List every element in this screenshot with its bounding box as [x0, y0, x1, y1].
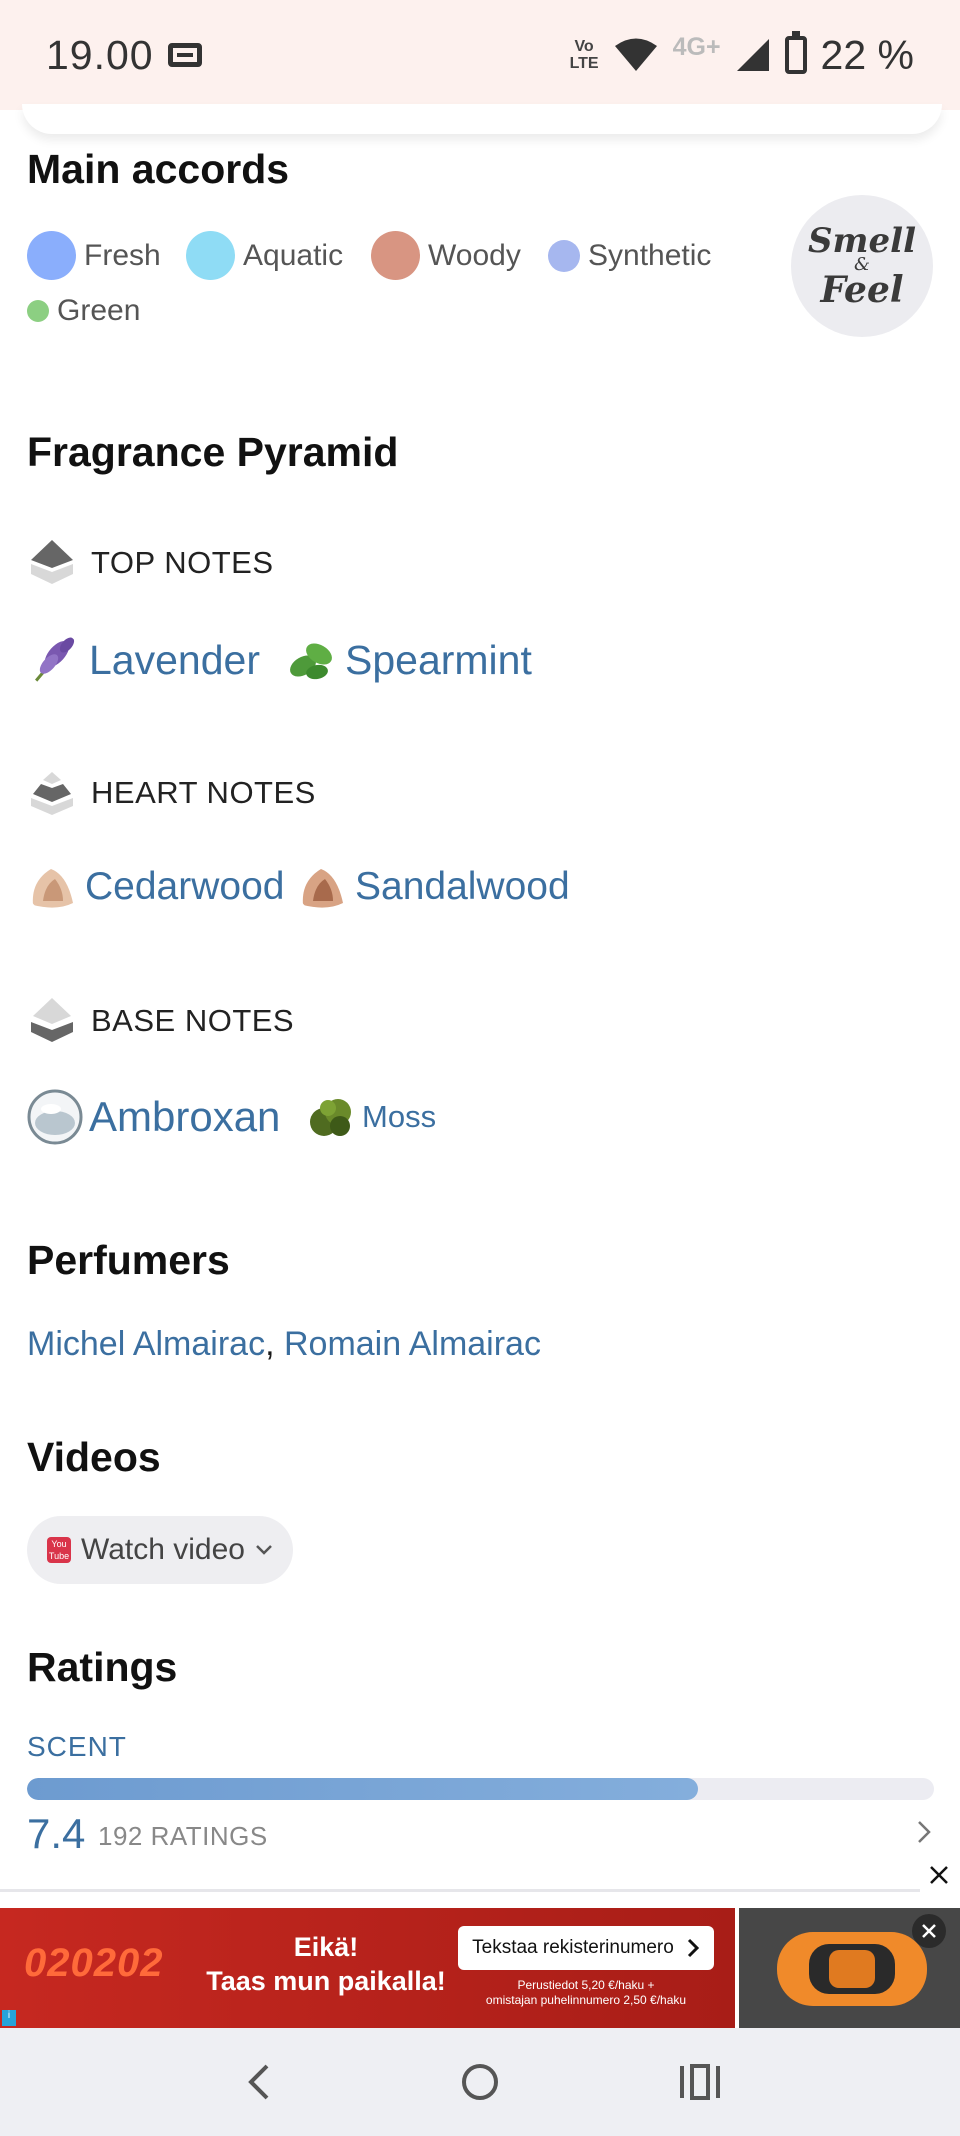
pyramid-base-icon	[31, 998, 73, 1042]
nav-home-button[interactable]	[450, 2052, 510, 2112]
pyramid-heart-icon	[31, 772, 73, 815]
recents-icon	[680, 2064, 720, 2100]
main-accords-title: Main accords	[27, 146, 290, 192]
ad-banner[interactable]: 020202 Eikä! Taas mun paikalla! Tekstaa …	[0, 1908, 960, 2028]
top-notes-heading: TOP NOTES	[27, 538, 274, 588]
chevron-down-icon	[256, 1545, 272, 1555]
perfumer-link-romain[interactable]: Romain Almairac	[284, 1325, 541, 1363]
ad-cta-button[interactable]: Tekstaa rekisterinumero	[458, 1926, 714, 1970]
nav-back-button[interactable]	[230, 2052, 290, 2112]
perfumers-list: Michel Almairac, Romain Almairac	[27, 1325, 541, 1363]
note-sandalwood[interactable]: Sandalwood	[297, 861, 570, 913]
ad-number: 020202	[24, 1941, 164, 1985]
note-lavender[interactable]: Lavender	[27, 632, 260, 688]
battery-percent: 22 %	[820, 31, 914, 78]
ad-slogan: Eikä! Taas mun paikalla!	[206, 1932, 446, 1996]
fragrance-pyramid-title: Fragrance Pyramid	[27, 429, 399, 475]
accord-dot	[27, 300, 49, 322]
youtube-icon: You Tube	[47, 1537, 71, 1563]
note-moss[interactable]: Moss	[306, 1092, 436, 1142]
back-icon	[248, 2064, 269, 2100]
volte-icon: Vo LTE	[569, 38, 599, 72]
heart-notes-heading: HEART NOTES	[27, 768, 316, 818]
previous-card-edge	[22, 104, 942, 134]
videos-title: Videos	[27, 1434, 161, 1480]
scent-rating-label: SCENT	[27, 1731, 127, 1762]
smell-and-feel-badge[interactable]: Smell & Feel	[791, 195, 933, 337]
note-spearmint[interactable]: Spearmint	[283, 632, 532, 688]
lavender-icon	[33, 637, 75, 683]
base-notes-heading: BASE NOTES	[27, 996, 294, 1046]
close-icon[interactable]	[928, 1864, 950, 1886]
perfumer-link-michel[interactable]: Michel Almairac	[27, 1325, 265, 1363]
status-bar: 19.00 Vo LTE 4G+ 22 %	[0, 0, 960, 110]
ad-text-area: 020202 Eikä! Taas mun paikalla! Tekstaa …	[0, 1908, 735, 2028]
scent-rating-bar	[27, 1778, 934, 1800]
chevron-right-icon[interactable]	[915, 1818, 933, 1846]
battery-icon	[784, 31, 807, 74]
divider	[0, 1889, 920, 1892]
note-cedarwood[interactable]: Cedarwood	[27, 861, 284, 913]
watch-video-button[interactable]: You Tube Watch video	[27, 1516, 293, 1584]
ad-info-icon[interactable]: i	[2, 2010, 16, 2026]
scent-rating-fill	[27, 1778, 699, 1800]
perfumers-title: Perfumers	[27, 1237, 230, 1283]
home-icon	[462, 2064, 498, 2100]
signal-icon	[736, 39, 769, 71]
status-time: 19.00	[46, 31, 154, 78]
spearmint-icon	[290, 643, 332, 680]
accord-dot	[27, 231, 76, 280]
accord-synthetic: Synthetic	[548, 239, 711, 273]
ticket-notification-icon	[167, 43, 202, 67]
ad-fine-print: Perustiedot 5,20 €/haku + omistajan puhe…	[485, 1978, 687, 2007]
sandalwood-icon	[302, 869, 343, 908]
watch-video-label: Watch video	[81, 1533, 245, 1566]
note-ambroxan[interactable]: Ambroxan	[27, 1089, 280, 1145]
ad-close-button[interactable]	[912, 1914, 946, 1948]
accord-dot	[186, 231, 235, 280]
accord-aquatic: Aquatic	[186, 231, 343, 280]
system-nav-bar	[0, 2028, 960, 2136]
network-type: 4G+	[672, 32, 721, 61]
accord-green: Green	[27, 294, 140, 328]
cedarwood-icon	[32, 869, 73, 908]
ratings-title: Ratings	[27, 1644, 178, 1690]
nav-recents-button[interactable]	[670, 2052, 730, 2112]
close-icon	[922, 1924, 936, 1938]
pyramid-top-icon	[31, 540, 73, 584]
moss-icon	[310, 1099, 351, 1136]
chevron-right-icon	[687, 1938, 699, 1958]
scent-rating-value: 7.4	[27, 1810, 86, 1857]
scent-rating-count: 192 RATINGS	[98, 1821, 268, 1851]
wifi-icon	[614, 38, 657, 71]
accord-dot	[548, 240, 580, 272]
accord-dot	[371, 231, 420, 280]
ambroxan-icon	[27, 1089, 83, 1145]
accord-woody: Woody	[371, 231, 521, 280]
accord-fresh: Fresh	[27, 231, 161, 280]
